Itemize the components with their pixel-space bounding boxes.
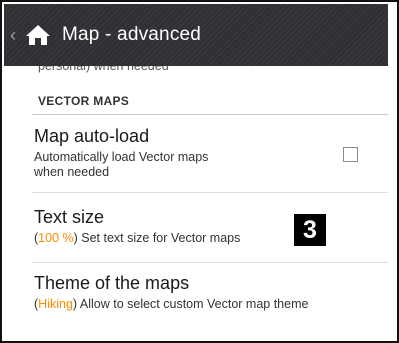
section-divider: [32, 114, 388, 115]
pref-summary: (100 %) Set text size for Vector maps: [34, 231, 241, 245]
pref-text-size[interactable]: Text size (100 %) Set text size for Vect…: [34, 207, 384, 246]
pref-map-auto-load[interactable]: Map auto-load Automatically load Vector …: [34, 126, 384, 180]
divider: [32, 192, 388, 193]
pref-theme-of-maps[interactable]: Theme of the maps (Hiking) Allow to sele…: [34, 273, 384, 312]
pref-summary-text: Allow to select custom Vector map theme: [79, 297, 309, 311]
step-callout-badge: 3: [294, 214, 326, 246]
map-auto-load-checkbox[interactable]: [343, 147, 358, 162]
pref-title: Theme of the maps: [34, 273, 190, 293]
pref-title: Map auto-load: [34, 126, 150, 146]
settings-list[interactable]: personal) when needed VECTOR MAPS Map au…: [4, 48, 388, 341]
screenshot-frame: personal) when needed VECTOR MAPS Map au…: [0, 0, 399, 343]
divider: [32, 262, 388, 263]
action-bar: ‹ Map - advanced: [4, 4, 388, 66]
section-header-vector-maps: VECTOR MAPS: [38, 94, 130, 108]
home-icon[interactable]: [24, 21, 52, 49]
pref-title: Text size: [34, 207, 105, 227]
theme-value: Hiking: [38, 297, 73, 311]
pref-summary: Automatically load Vector maps when need…: [34, 150, 209, 179]
back-chevron-icon[interactable]: ‹: [10, 26, 20, 44]
screen-title: Map - advanced: [62, 24, 202, 45]
text-size-value: 100 %: [38, 231, 74, 245]
scrollbar[interactable]: [388, 4, 397, 341]
pref-summary: (Hiking) Allow to select custom Vector m…: [34, 297, 309, 311]
pref-summary-text: Set text size for Vector maps: [81, 231, 241, 245]
